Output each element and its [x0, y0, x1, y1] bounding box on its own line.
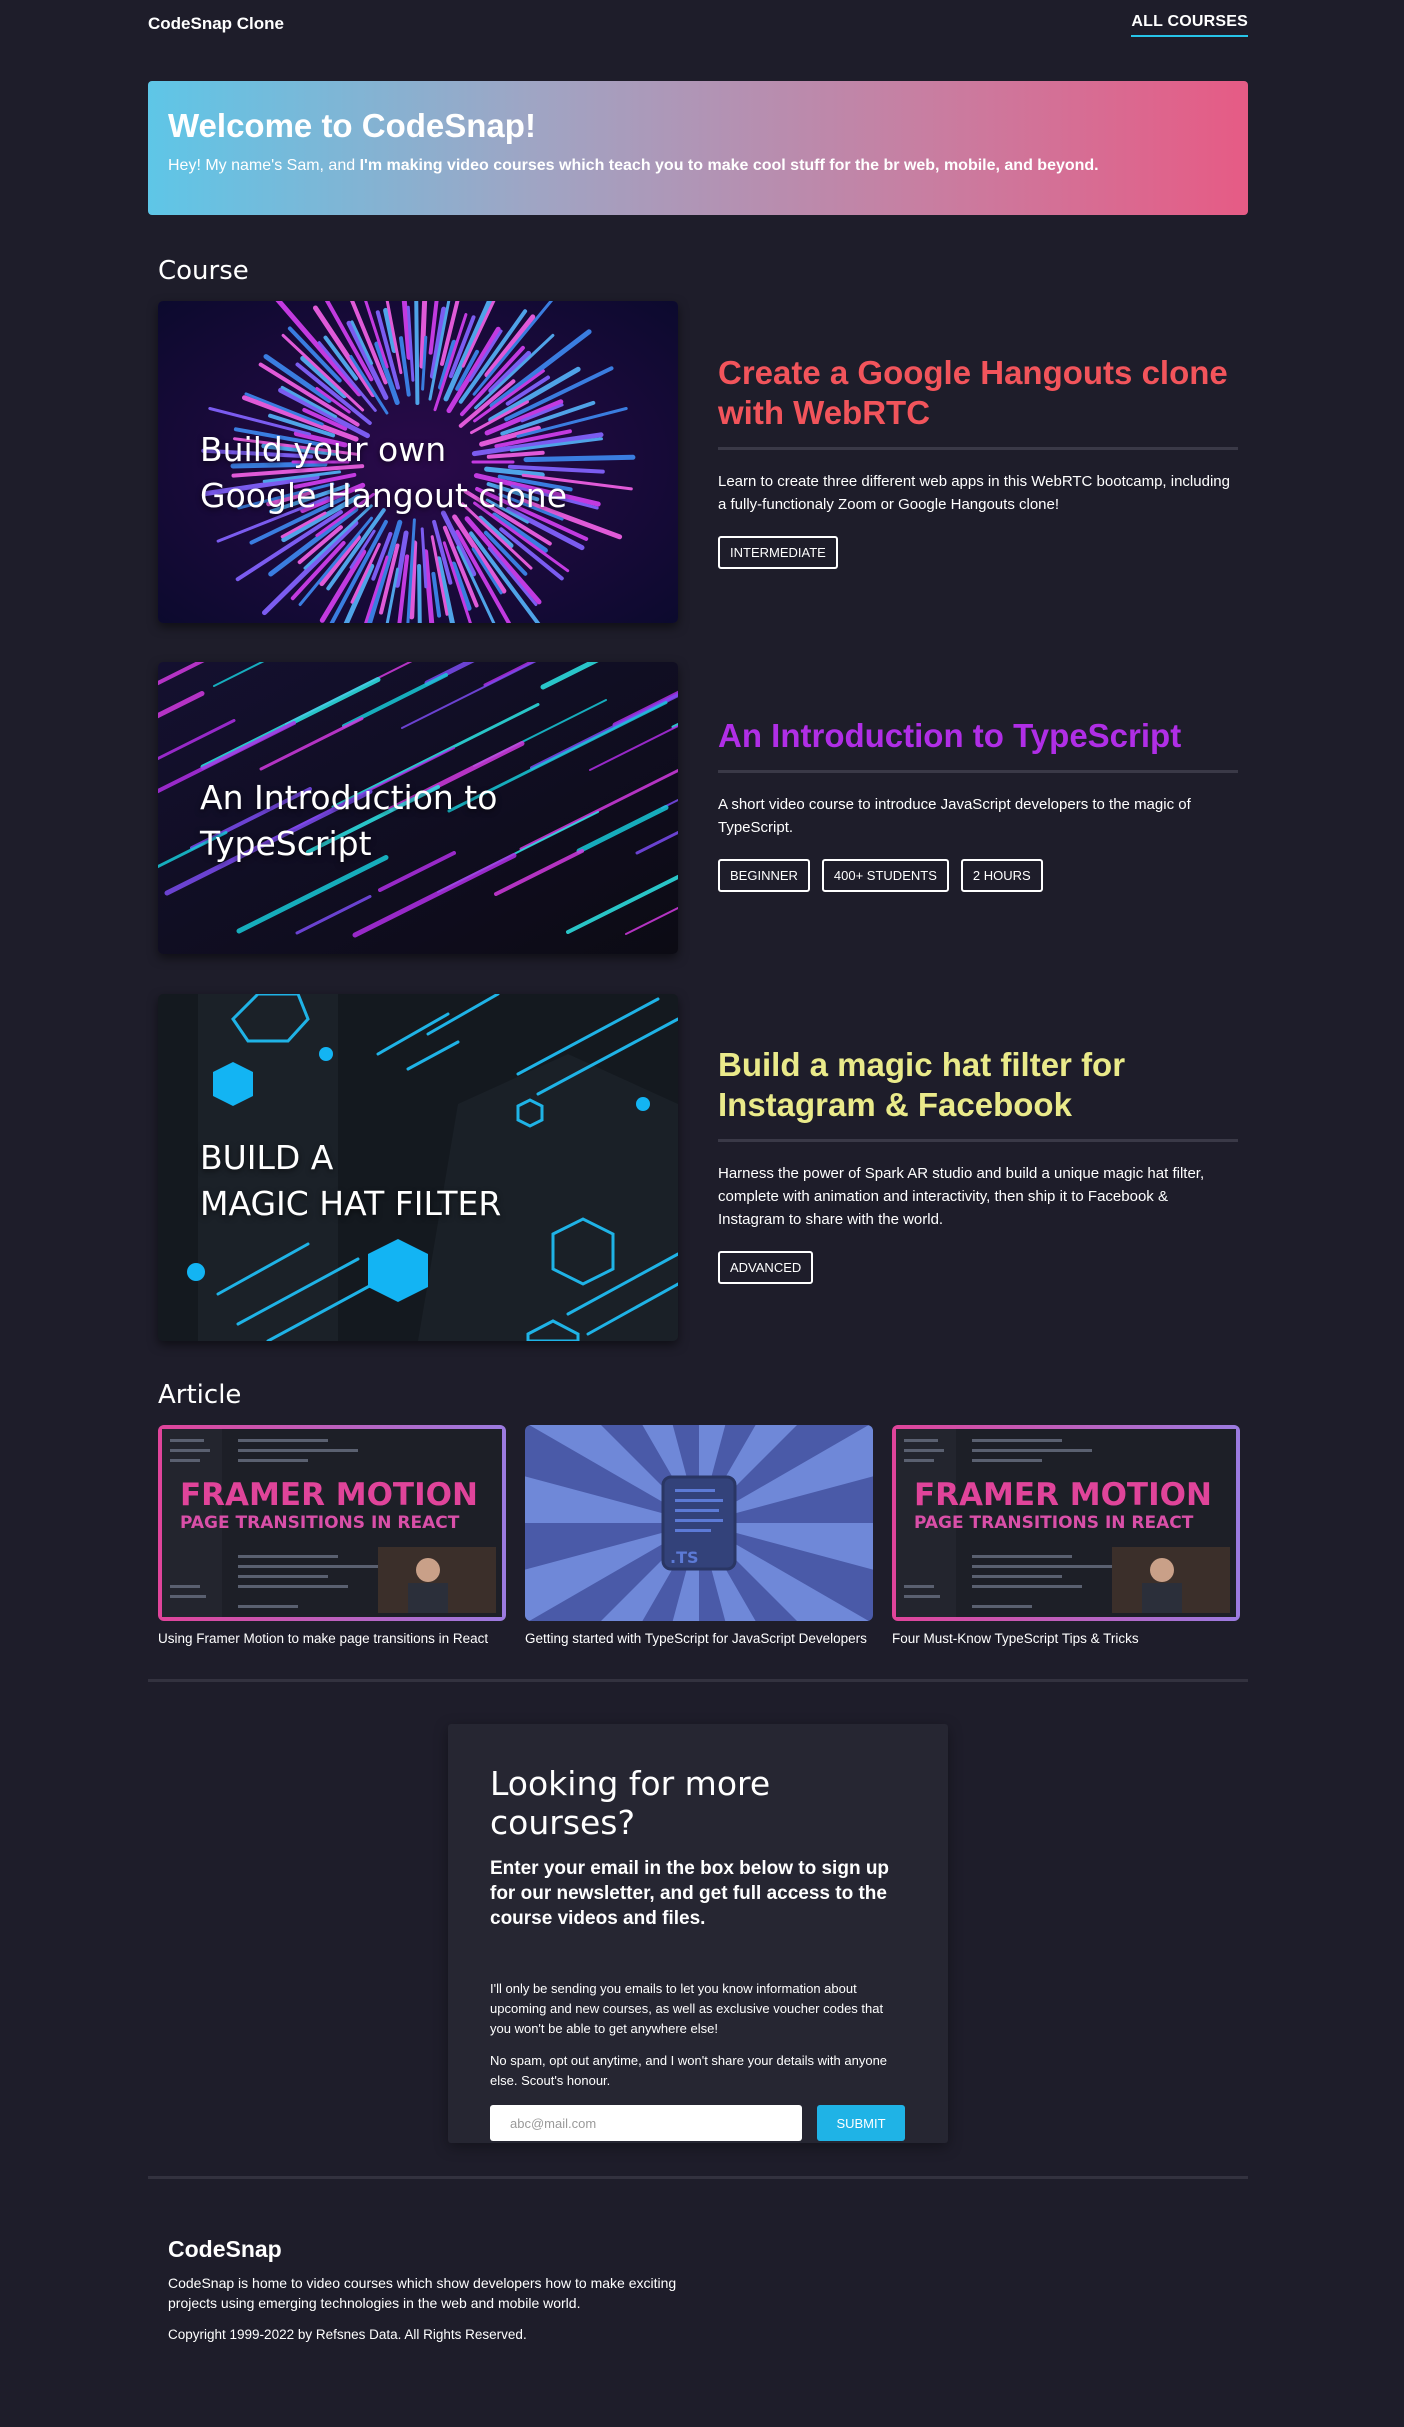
- course-image-title: Build your own Google Hangout clone: [200, 427, 567, 519]
- thumb-subtitle: PAGE TRANSITIONS IN REACT: [914, 1513, 1194, 1533]
- course-image-line2: TypeScript: [200, 824, 372, 863]
- course-image-magic-hat[interactable]: BUILD A MAGIC HAT FILTER: [158, 994, 678, 1341]
- burst-ray: [417, 564, 422, 623]
- tag-advanced: ADVANCED: [718, 1251, 814, 1284]
- article-heading: Article: [158, 1380, 242, 1410]
- course-image-line1: Build your own: [200, 430, 447, 469]
- brand-link[interactable]: CodeSnap Clone: [148, 14, 284, 34]
- course-image-line2: Google Hangout clone: [200, 476, 568, 515]
- welcome-text: Hey! My name's Sam, and I'm making video…: [168, 157, 1228, 175]
- ts-label: .TS: [670, 1548, 699, 1567]
- newsletter-lead: Enter your email in the box below to sig…: [490, 1858, 890, 1929]
- article-thumbnail[interactable]: FRAMER MOTION PAGE TRANSITIONS IN REACT: [158, 1425, 506, 1621]
- article-caption[interactable]: Four Must-Know TypeScript Tips & Tricks: [892, 1631, 1240, 1646]
- typescript-thumbnail: .TS: [525, 1425, 873, 1621]
- course-image-title: An Introduction to TypeScript: [200, 775, 497, 867]
- footer: CodeSnap CodeSnap is home to video cours…: [168, 2236, 768, 2342]
- course-image-line1: An Introduction to: [200, 778, 498, 817]
- footer-copyright: Copyright 1999-2022 by Refsnes Data. All…: [168, 2327, 527, 2342]
- footer-description: CodeSnap is home to video courses which …: [168, 2275, 677, 2311]
- course-tags: INTERMEDIATE: [718, 536, 1238, 569]
- course-image-typescript[interactable]: An Introduction to TypeScript: [158, 662, 678, 954]
- thumb-title: FRAMER MOTION: [180, 1477, 478, 1513]
- newsletter-info: I'll only be sending you emails to let y…: [490, 1981, 884, 2036]
- thumb-subtitle: PAGE TRANSITIONS IN REACT: [180, 1513, 460, 1533]
- course-info-magic-hat: Build a magic hat filter for Instagram &…: [718, 1045, 1238, 1284]
- newsletter-title: Looking for more courses?: [490, 1764, 771, 1842]
- course-info-typescript: An Introduction to TypeScript A short vi…: [718, 716, 1238, 892]
- course-tags: BEGINNER 400+ STUDENTS 2 HOURS: [718, 859, 1238, 892]
- course-heading: Course: [158, 256, 249, 286]
- article-caption[interactable]: Getting started with TypeScript for Java…: [525, 1631, 873, 1646]
- newsletter-form: SUBMIT: [490, 2105, 906, 2141]
- all-courses-link[interactable]: ALL COURSES: [1131, 13, 1248, 37]
- tag-intermediate: INTERMEDIATE: [718, 536, 838, 569]
- framer-motion-thumbnail: FRAMER MOTION PAGE TRANSITIONS IN REACT: [158, 1425, 506, 1621]
- course-image-line2: MAGIC HAT FILTER: [200, 1184, 502, 1223]
- page: CodeSnap Clone ALL COURSES Welcome to Co…: [0, 0, 1404, 2427]
- course-description: Learn to create three different web apps…: [718, 473, 1230, 513]
- tag-hours: 2 HOURS: [960, 859, 1043, 892]
- article-thumbnail[interactable]: FRAMER MOTION PAGE TRANSITIONS IN REACT: [892, 1425, 1240, 1621]
- email-input[interactable]: [490, 2105, 802, 2141]
- article-thumbnail[interactable]: .TS: [525, 1425, 873, 1621]
- course-description: Harness the power of Spark AR studio and…: [718, 1165, 1205, 1228]
- course-info-webrtc: Create a Google Hangouts clone with WebR…: [718, 353, 1238, 569]
- article-caption[interactable]: Using Framer Motion to make page transit…: [158, 1631, 506, 1646]
- welcome-emphasis: I'm making video courses which teach you…: [359, 157, 1099, 174]
- tag-students: 400+ STUDENTS: [821, 859, 949, 892]
- course-title[interactable]: Create a Google Hangouts clone with WebR…: [718, 353, 1238, 450]
- footer-divider: [148, 2176, 1248, 2179]
- newsletter-card: Looking for more courses? Enter your ema…: [448, 1724, 948, 2143]
- article-card[interactable]: .TS Getting started with TypeScript for …: [525, 1425, 873, 1646]
- article-card[interactable]: FRAMER MOTION PAGE TRANSITIONS IN REACT …: [158, 1425, 506, 1646]
- newsletter-privacy: No spam, opt out anytime, and I won't sh…: [490, 2053, 888, 2088]
- course-image-title: BUILD A MAGIC HAT FILTER: [200, 1135, 501, 1227]
- article-card[interactable]: FRAMER MOTION PAGE TRANSITIONS IN REACT …: [892, 1425, 1240, 1646]
- footer-brand: CodeSnap: [168, 2236, 282, 2262]
- section-divider: [148, 1679, 1248, 1682]
- framer-motion-thumbnail: FRAMER MOTION PAGE TRANSITIONS IN REACT: [892, 1425, 1240, 1621]
- welcome-title: Welcome to CodeSnap!: [168, 107, 536, 144]
- welcome-intro: Hey! My name's Sam, and: [168, 157, 360, 174]
- burst-ray: [414, 301, 420, 405]
- submit-button[interactable]: SUBMIT: [817, 2105, 905, 2141]
- tag-beginner: BEGINNER: [718, 859, 810, 892]
- thumb-title: FRAMER MOTION: [914, 1477, 1212, 1513]
- course-tags: ADVANCED: [718, 1251, 1238, 1284]
- course-title[interactable]: Build a magic hat filter for Instagram &…: [718, 1045, 1238, 1142]
- top-nav: CodeSnap Clone ALL COURSES: [148, 0, 1248, 48]
- course-image-line1: BUILD A: [200, 1138, 334, 1177]
- course-image-webrtc[interactable]: Build your own Google Hangout clone: [158, 301, 678, 623]
- course-title[interactable]: An Introduction to TypeScript: [718, 716, 1238, 773]
- course-description: A short video course to introduce JavaSc…: [718, 796, 1191, 836]
- welcome-banner: Welcome to CodeSnap! Hey! My name's Sam,…: [148, 81, 1248, 215]
